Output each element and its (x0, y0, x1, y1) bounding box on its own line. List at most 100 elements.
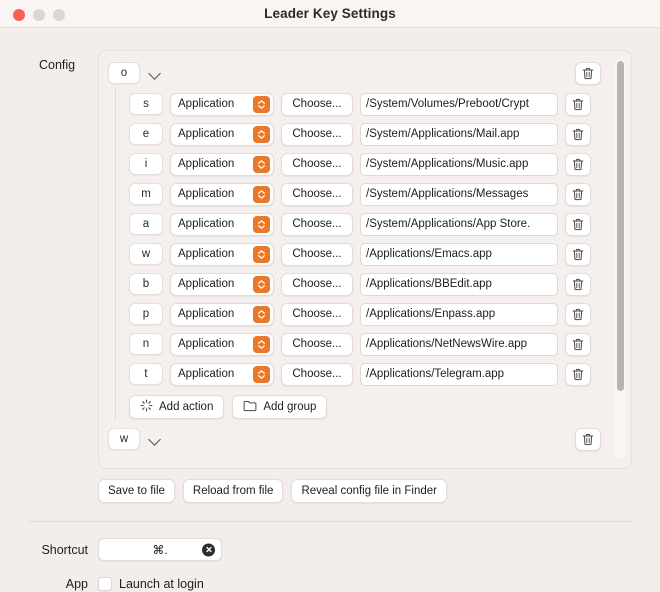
delete-action-button[interactable] (565, 122, 591, 146)
launch-at-login-row[interactable]: Launch at login (98, 577, 204, 591)
minimize-window-button[interactable] (33, 9, 45, 21)
action-type-popup[interactable]: Application (170, 362, 274, 386)
shortcut-recorder-field[interactable]: ⌘. (98, 538, 222, 561)
table-row[interactable]: i Application Choose... /System/Applicat… (129, 149, 631, 179)
delete-action-button[interactable] (565, 362, 591, 386)
action-key-field[interactable]: a (129, 213, 163, 235)
choose-button[interactable]: Choose... (281, 212, 353, 236)
config-scrollbar-thumb[interactable] (616, 61, 624, 391)
choose-button[interactable]: Choose... (281, 332, 353, 356)
table-row[interactable]: a Application Choose... /System/Applicat… (129, 209, 631, 239)
delete-group-button-o[interactable] (575, 61, 601, 85)
group-key-field-o[interactable]: o (108, 62, 140, 84)
action-type-popup[interactable]: Application (170, 302, 274, 326)
delete-action-button[interactable] (565, 182, 591, 206)
stepper-up-down-icon[interactable] (253, 96, 270, 113)
action-path-field[interactable]: /Applications/Telegram.app (360, 362, 558, 386)
choose-button[interactable]: Choose... (281, 152, 353, 176)
trash-icon (572, 158, 584, 170)
action-path-field[interactable]: /Applications/BBEdit.app (360, 272, 558, 296)
stepper-up-down-icon[interactable] (253, 246, 270, 263)
delete-group-button-w[interactable] (575, 427, 601, 451)
action-key-field[interactable]: p (129, 303, 163, 325)
group-header-o[interactable]: o (99, 59, 631, 87)
table-row[interactable]: b Application Choose... /Applications/BB… (129, 269, 631, 299)
action-type-popup[interactable]: Application (170, 92, 274, 116)
stepper-up-down-icon[interactable] (253, 276, 270, 293)
save-to-file-button[interactable]: Save to file (98, 479, 175, 503)
delete-action-button[interactable] (565, 212, 591, 236)
action-key-field[interactable]: t (129, 363, 163, 385)
action-path-field[interactable]: /System/Applications/App Store. (360, 212, 558, 236)
action-path-field[interactable]: /System/Applications/Music.app (360, 152, 558, 176)
action-type-value: Application (178, 368, 235, 380)
choose-button[interactable]: Choose... (281, 362, 353, 386)
action-type-popup[interactable]: Application (170, 242, 274, 266)
table-row[interactable]: w Application Choose... /Applications/Em… (129, 239, 631, 269)
stepper-up-down-icon[interactable] (253, 306, 270, 323)
reveal-config-in-finder-button[interactable]: Reveal config file in Finder (291, 479, 447, 503)
shortcut-value: ⌘. (152, 542, 168, 557)
delete-action-button[interactable] (565, 242, 591, 266)
zoom-window-button[interactable] (53, 9, 65, 21)
add-action-button[interactable]: Add action (129, 395, 225, 419)
action-key-field[interactable]: n (129, 333, 163, 355)
action-key-field[interactable]: w (129, 243, 163, 265)
delete-action-button[interactable] (565, 332, 591, 356)
reload-from-file-button[interactable]: Reload from file (182, 479, 284, 503)
stepper-up-down-icon[interactable] (253, 216, 270, 233)
table-row[interactable]: t Application Choose... /Applications/Te… (129, 359, 631, 389)
choose-button[interactable]: Choose... (281, 242, 353, 266)
action-type-popup[interactable]: Application (170, 182, 274, 206)
choose-button[interactable]: Choose... (281, 182, 353, 206)
action-type-popup[interactable]: Application (170, 152, 274, 176)
action-path-field[interactable]: /System/Applications/Messages (360, 182, 558, 206)
app-label: App (65, 577, 88, 591)
table-row[interactable]: e Application Choose... /System/Applicat… (129, 119, 631, 149)
config-scrollbar[interactable] (615, 59, 625, 459)
action-path-field[interactable]: /System/Applications/Mail.app (360, 122, 558, 146)
choose-button[interactable]: Choose... (281, 92, 353, 116)
action-path-field[interactable]: /System/Volumes/Preboot/Crypt (360, 92, 558, 116)
group-header-w[interactable]: w (99, 425, 631, 453)
chevron-down-icon[interactable] (148, 432, 162, 446)
action-key-field[interactable]: e (129, 123, 163, 145)
action-type-popup[interactable]: Application (170, 332, 274, 356)
close-window-button[interactable] (13, 9, 25, 21)
table-row[interactable]: p Application Choose... /Applications/En… (129, 299, 631, 329)
traffic-lights (13, 9, 65, 21)
clear-shortcut-button[interactable] (202, 543, 215, 556)
action-type-popup[interactable]: Application (170, 122, 274, 146)
delete-action-button[interactable] (565, 272, 591, 296)
action-path-field[interactable]: /Applications/Enpass.app (360, 302, 558, 326)
choose-button[interactable]: Choose... (281, 302, 353, 326)
trash-icon (572, 278, 584, 290)
stepper-up-down-icon[interactable] (253, 126, 270, 143)
delete-action-button[interactable] (565, 92, 591, 116)
stepper-up-down-icon[interactable] (253, 366, 270, 383)
action-key-field[interactable]: s (129, 93, 163, 115)
config-scroll-area[interactable]: o s Application Choose... /System/Volume… (99, 51, 631, 468)
table-row[interactable]: m Application Choose... /System/Applicat… (129, 179, 631, 209)
action-path-field[interactable]: /Applications/Emacs.app (360, 242, 558, 266)
delete-action-button[interactable] (565, 302, 591, 326)
launch-at-login-checkbox[interactable] (98, 577, 112, 591)
action-type-popup[interactable]: Application (170, 272, 274, 296)
add-group-button[interactable]: Add group (232, 395, 328, 419)
group-key-field-w[interactable]: w (108, 428, 140, 450)
action-key-field[interactable]: i (129, 153, 163, 175)
stepper-up-down-icon[interactable] (253, 156, 270, 173)
table-row[interactable]: s Application Choose... /System/Volumes/… (129, 89, 631, 119)
action-path-field[interactable]: /Applications/NetNewsWire.app (360, 332, 558, 356)
stepper-up-down-icon[interactable] (253, 336, 270, 353)
stepper-up-down-icon[interactable] (253, 186, 270, 203)
action-type-popup[interactable]: Application (170, 212, 274, 236)
action-key-field[interactable]: b (129, 273, 163, 295)
chevron-down-icon[interactable] (148, 66, 162, 80)
action-key-field[interactable]: m (129, 183, 163, 205)
action-type-value: Application (178, 158, 235, 170)
choose-button[interactable]: Choose... (281, 272, 353, 296)
table-row[interactable]: n Application Choose... /Applications/Ne… (129, 329, 631, 359)
delete-action-button[interactable] (565, 152, 591, 176)
choose-button[interactable]: Choose... (281, 122, 353, 146)
